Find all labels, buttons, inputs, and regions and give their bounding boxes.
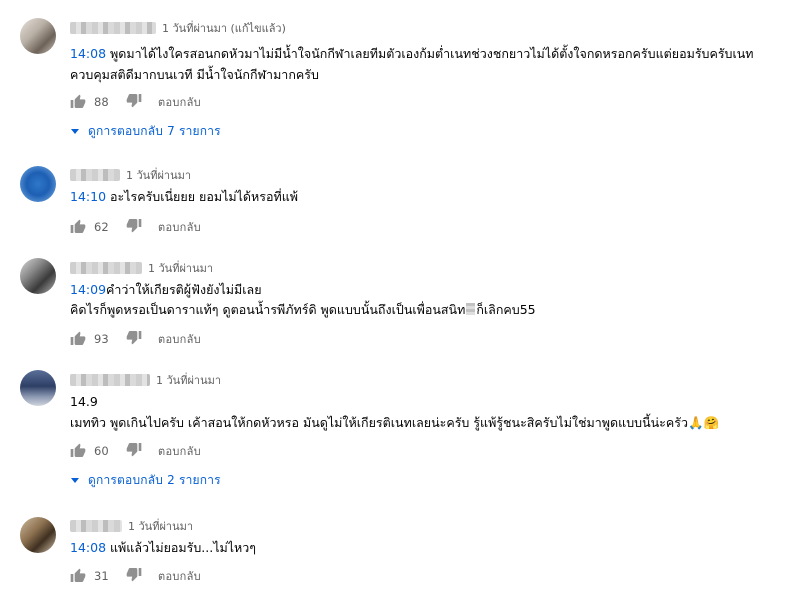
dislike-button[interactable] — [126, 566, 142, 586]
comment-time[interactable]: 1 วันที่ผ่านมา — [156, 371, 221, 389]
comment-line: แพ้แล้วไม่ยอมรับ...ไม่ไหวๆ — [106, 540, 256, 555]
dislike-button[interactable] — [126, 329, 142, 349]
reply-button[interactable]: ตอบกลับ — [158, 442, 201, 460]
avatar[interactable] — [20, 517, 56, 553]
comment-text-line2: ควบคุมสติดีมากบนเวที มีน้ำใจนักกีฬามากคร… — [70, 67, 319, 82]
dislike-button[interactable] — [126, 92, 142, 112]
comment-header: 1 วันที่ผ่านมา — [70, 167, 191, 183]
like-button[interactable] — [70, 94, 86, 110]
dislike-button[interactable] — [126, 217, 142, 237]
redacted-word — [466, 303, 476, 315]
comment-line: คิดไรก็พูดหรอเป็นดาราแท้ๆ ดูตอนน้ำรพีภัท… — [70, 302, 466, 317]
like-button[interactable] — [70, 331, 86, 347]
like-count: 88 — [94, 95, 109, 109]
comment-time[interactable]: 1 วันที่ผ่านมา — [128, 517, 193, 535]
thumbs-up-icon — [70, 443, 86, 457]
like-count: 93 — [94, 332, 109, 346]
author-name-redacted[interactable] — [70, 374, 150, 386]
thumbs-up-icon — [70, 568, 86, 582]
author-name-redacted[interactable] — [70, 520, 122, 532]
comment-time[interactable]: 1 วันที่ผ่านมา — [126, 166, 191, 184]
comment-text: 14:08 พูดมาได้ไงใครสอนกดหัวมาไม่มีน้ำใจน… — [70, 45, 754, 63]
thumbs-down-icon — [126, 443, 142, 457]
comment-line: คำว่าให้เกียรติผู้ฟังยังไม่มีเลย — [106, 282, 262, 297]
comment-text: 14.9 — [70, 394, 98, 409]
avatar[interactable] — [20, 258, 56, 294]
timestamp-link[interactable]: 14:10 — [70, 189, 106, 204]
caret-down-icon — [71, 129, 79, 134]
timestamp-link[interactable]: 14:09 — [70, 282, 106, 297]
comment-time[interactable]: 1 วันที่ผ่านมา (แก้ไขแล้ว) — [162, 19, 286, 37]
timestamp-link[interactable]: 14:08 — [70, 46, 106, 61]
comment-header: 1 วันที่ผ่านมา — [70, 372, 221, 388]
comment-line: อะไรครับเนี่ยยย ยอมไม่ได้หรอที่แพ้ — [106, 189, 298, 204]
reply-button[interactable]: ตอบกลับ — [158, 567, 201, 585]
thumbs-up-icon — [70, 94, 86, 108]
reply-button[interactable]: ตอบกลับ — [158, 93, 201, 111]
thumbs-down-icon — [126, 94, 142, 108]
thumbs-up-icon — [70, 219, 86, 233]
comment-header: 1 วันที่ผ่านมา — [70, 260, 213, 276]
caret-down-icon — [71, 478, 79, 483]
dislike-button[interactable] — [126, 441, 142, 461]
author-name-redacted[interactable] — [70, 22, 156, 34]
avatar[interactable] — [20, 166, 56, 202]
like-count: 31 — [94, 569, 109, 583]
comment-actions: 93 ตอบกลับ — [70, 330, 201, 348]
comment-header: 1 วันที่ผ่านมา — [70, 518, 193, 534]
thumbs-up-icon — [70, 331, 86, 345]
like-count: 62 — [94, 220, 109, 234]
view-replies-label: ดูการตอบกลับ 2 รายการ — [88, 472, 221, 487]
avatar[interactable] — [20, 18, 56, 54]
author-name-redacted[interactable] — [70, 262, 142, 274]
comment-actions: 62 ตอบกลับ — [70, 218, 201, 236]
timestamp-link[interactable]: 14:08 — [70, 540, 106, 555]
comment-text-line2: เมททิว พูดเกินไปครับ เค้าสอนให้กดหัวหรอ … — [70, 415, 720, 430]
comment-actions: 60 ตอบกลับ — [70, 442, 201, 460]
like-button[interactable] — [70, 219, 86, 235]
comment-actions: 88 ตอบกลับ — [70, 93, 201, 111]
reply-button[interactable]: ตอบกลับ — [158, 330, 201, 348]
comment-time[interactable]: 1 วันที่ผ่านมา — [148, 259, 213, 277]
avatar[interactable] — [20, 370, 56, 406]
like-button[interactable] — [70, 443, 86, 459]
comment-line: พูดมาได้ไงใครสอนกดหัวมาไม่มีน้ำใจนักกีฬา… — [106, 46, 754, 61]
reply-button[interactable]: ตอบกลับ — [158, 218, 201, 236]
view-replies-label: ดูการตอบกลับ 7 รายการ — [88, 123, 221, 138]
author-name-redacted[interactable] — [70, 169, 120, 181]
like-count: 60 — [94, 444, 109, 458]
comment-line: ก็เลิกคบ55 — [476, 302, 536, 317]
comment-text: 14:10 อะไรครับเนี่ยยย ยอมไม่ได้หรอที่แพ้ — [70, 188, 298, 206]
comment-actions: 31 ตอบกลับ — [70, 567, 201, 585]
view-replies-toggle[interactable]: ดูการตอบกลับ 7 รายการ — [70, 122, 221, 140]
view-replies-toggle[interactable]: ดูการตอบกลับ 2 รายการ — [70, 471, 221, 489]
like-button[interactable] — [70, 568, 86, 584]
comment-text: 14:09คำว่าให้เกียรติผู้ฟังยังไม่มีเลย — [70, 281, 262, 299]
comment-text-line2: คิดไรก็พูดหรอเป็นดาราแท้ๆ ดูตอนน้ำรพีภัท… — [70, 301, 536, 319]
thumbs-down-icon — [126, 219, 142, 233]
comment-text: 14:08 แพ้แล้วไม่ยอมรับ...ไม่ไหวๆ — [70, 539, 256, 557]
thumbs-down-icon — [126, 568, 142, 582]
thumbs-down-icon — [126, 331, 142, 345]
comment-header: 1 วันที่ผ่านมา (แก้ไขแล้ว) — [70, 20, 286, 36]
